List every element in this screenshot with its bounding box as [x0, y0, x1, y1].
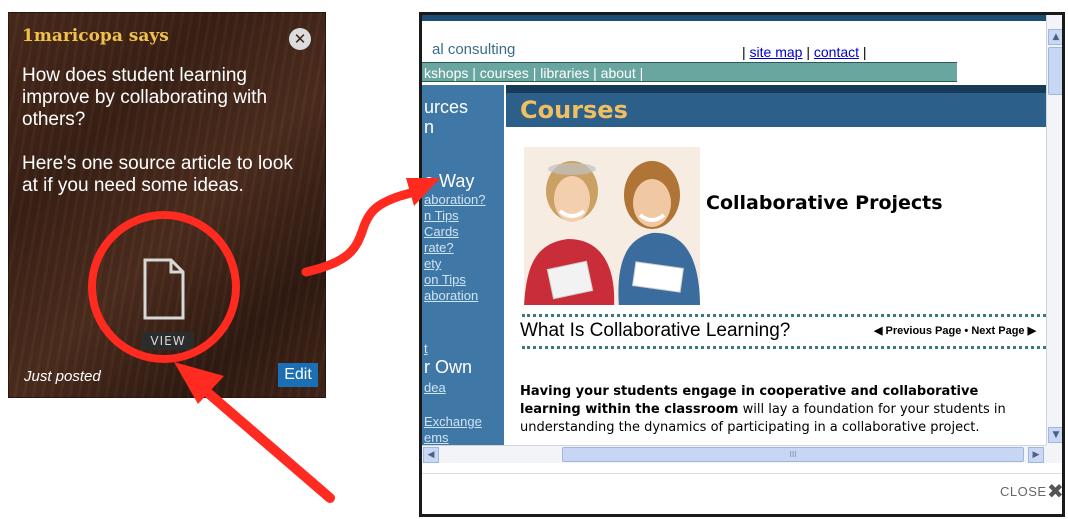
article-body: Having your students engage in cooperati…	[520, 383, 1040, 437]
post-question: How does student learning improve by col…	[22, 65, 268, 130]
preview-popup: al consulting | site map | contact | ksh…	[419, 12, 1065, 517]
popup-footer-divider	[422, 473, 1062, 474]
sidebar-link[interactable]: aboration	[424, 288, 478, 303]
nav-sep: |	[532, 65, 537, 81]
sidebar-link[interactable]: on Tips	[424, 272, 466, 287]
embedded-page: al consulting | site map | contact | ksh…	[422, 15, 1046, 445]
horizontal-scrollbar[interactable]: ◀ III ▶	[422, 445, 1046, 463]
nav-item-courses[interactable]: courses	[480, 65, 529, 81]
site-top-bar	[422, 15, 1046, 21]
pager-separator: •	[964, 325, 969, 337]
view-button[interactable]: VIEW	[142, 332, 194, 350]
sidebar-link[interactable]: aboration?	[424, 192, 485, 207]
vertical-scroll-thumb[interactable]	[1048, 47, 1062, 95]
nav-item-about[interactable]: about	[601, 65, 636, 81]
utility-links: | site map | contact |	[742, 44, 867, 60]
previous-page-link[interactable]: Previous Page	[886, 325, 962, 337]
sidebar-heading: n	[424, 117, 435, 137]
nav-sep: |	[593, 65, 597, 81]
sidebar-link[interactable]: Cards	[424, 224, 459, 239]
post-author: 1maricopa says	[22, 26, 169, 46]
close-icon[interactable]: ✖	[1047, 479, 1062, 503]
sidebar-link[interactable]: ety	[424, 256, 441, 271]
next-page-link[interactable]: Next Page	[971, 325, 1024, 337]
contact-link[interactable]: contact	[814, 44, 859, 60]
sidebar-heading: urces	[424, 97, 469, 117]
site-nav: kshops | courses | libraries | about |	[422, 62, 957, 82]
sidebar-heading: e Way	[424, 171, 475, 191]
horizontal-scroll-thumb[interactable]: III	[562, 447, 1024, 462]
left-sidebar: urces n e Way aboration? n Tips Cards ra…	[422, 85, 504, 445]
scroll-down-icon[interactable]: ▼	[1048, 427, 1062, 443]
util-sep: |	[806, 44, 810, 60]
util-sep: |	[742, 44, 746, 60]
document-icon[interactable]	[143, 258, 185, 320]
close-button[interactable]: CLOSE	[1000, 484, 1047, 499]
nav-item-workshops[interactable]: kshops	[424, 65, 468, 81]
scroll-right-icon[interactable]: ▶	[1028, 447, 1044, 463]
page-title: Courses	[520, 96, 628, 124]
site-map-link[interactable]: site map	[750, 44, 803, 60]
nav-sep: |	[639, 65, 644, 81]
util-sep: |	[862, 44, 867, 60]
sidebar-link[interactable]: dea	[424, 380, 446, 395]
nav-item-libraries[interactable]: libraries	[540, 65, 589, 81]
pager: ◀ Previous Page • Next Page ▶	[874, 324, 1036, 337]
sidebar-heading: r Own	[424, 357, 473, 377]
sidebar-link[interactable]: n Tips	[424, 208, 459, 223]
next-arrow-icon: ▶	[1027, 325, 1037, 337]
scrollbar-corner	[1046, 445, 1062, 463]
project-title: Collaborative Projects	[706, 192, 943, 214]
post-card: 1maricopa says ✕ How does student learni…	[8, 12, 326, 398]
site-tagline: al consulting	[432, 41, 516, 58]
scroll-left-icon[interactable]: ◀	[423, 447, 439, 463]
section-heading: What Is Collaborative Learning?	[520, 320, 791, 341]
close-icon[interactable]: ✕	[289, 28, 311, 50]
previous-arrow-icon: ◀	[874, 325, 883, 337]
post-hint: Here's one source article to look at if …	[22, 153, 293, 196]
sidebar-link[interactable]: rate?	[424, 240, 454, 255]
edit-button[interactable]: Edit	[278, 363, 318, 387]
nav-sep: |	[472, 65, 476, 81]
vertical-scrollbar[interactable]: ▲ ▼	[1046, 15, 1062, 445]
post-body: How does student learning improve by col…	[22, 65, 312, 219]
sidebar-link[interactable]: ems	[424, 430, 449, 445]
scroll-up-icon[interactable]: ▲	[1048, 29, 1062, 45]
sidebar-link[interactable]: Exchange	[424, 414, 482, 429]
dotted-divider	[522, 314, 1046, 317]
dotted-divider	[522, 346, 1046, 349]
sidebar-link[interactable]: t	[424, 341, 428, 356]
post-timestamp: Just posted	[24, 368, 101, 385]
students-photo	[524, 147, 700, 305]
course-header: Courses	[506, 85, 1046, 127]
